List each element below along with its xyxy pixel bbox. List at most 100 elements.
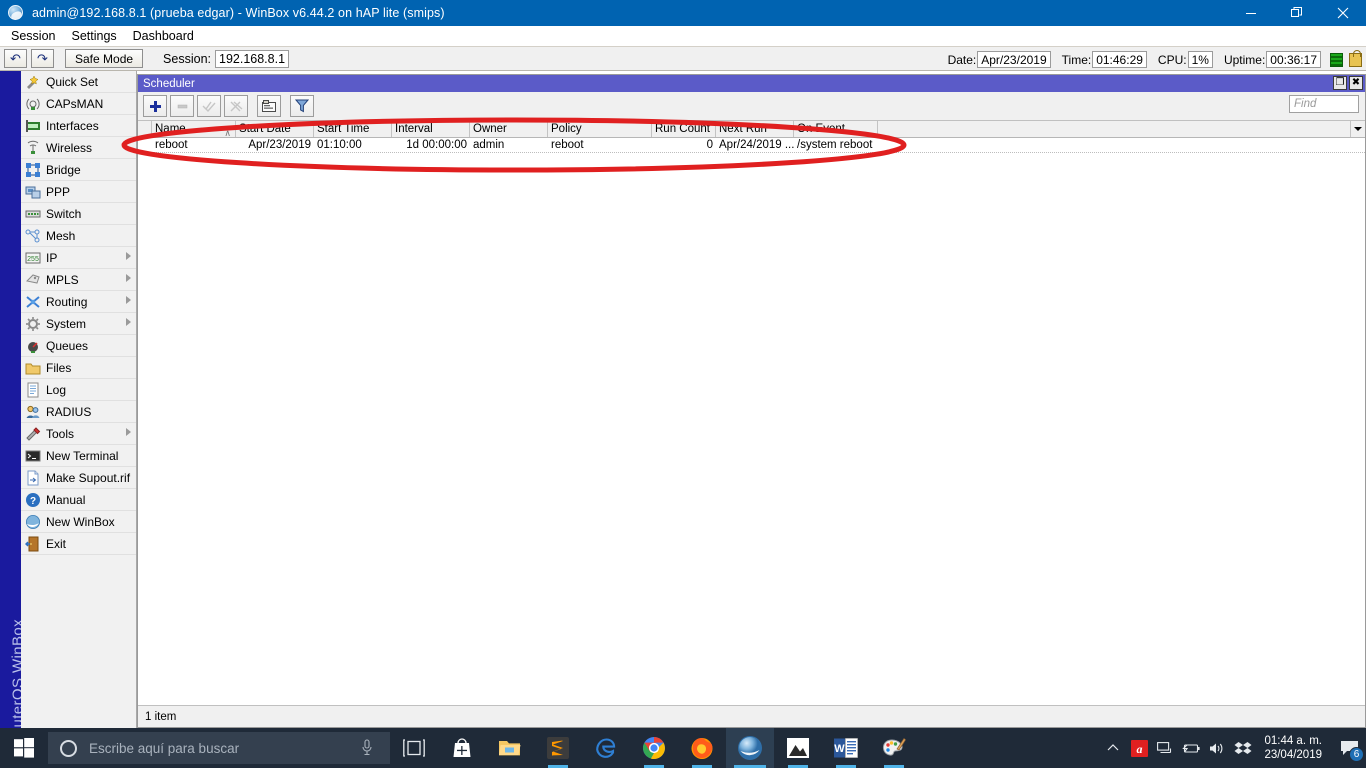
- microphone-icon[interactable]: [360, 739, 374, 760]
- column-header-name[interactable]: Name∧: [152, 121, 236, 137]
- sidebar-item-files[interactable]: Files: [21, 357, 136, 379]
- session-input[interactable]: 192.168.8.1: [215, 50, 289, 68]
- search-input[interactable]: Escribe aquí para buscar: [48, 732, 390, 764]
- winbox-icon[interactable]: [726, 728, 774, 768]
- mozilla-firefox-icon[interactable]: [678, 728, 726, 768]
- quickset-icon: [25, 74, 41, 90]
- disable-button[interactable]: [224, 95, 248, 117]
- comment-button[interactable]: [257, 95, 281, 117]
- sidebar-item-capsman[interactable]: CAPsMAN: [21, 93, 136, 115]
- svg-text:W: W: [834, 743, 845, 755]
- status-time: Time: 01:46:29: [1062, 51, 1147, 68]
- redo-button[interactable]: ↷: [31, 49, 54, 68]
- column-header-interval[interactable]: Interval: [392, 121, 470, 137]
- sidebar-item-queues[interactable]: Queues: [21, 335, 136, 357]
- sidebar-item-bridge[interactable]: Bridge: [21, 159, 136, 181]
- sidebar-item-label: Mesh: [46, 229, 75, 243]
- undo-button[interactable]: ↶: [4, 49, 27, 68]
- sidebar-item-wireless[interactable]: Wireless: [21, 137, 136, 159]
- network-icon[interactable]: [1152, 741, 1178, 756]
- column-header-owner[interactable]: Owner: [470, 121, 548, 137]
- task-view-icon[interactable]: [390, 728, 438, 768]
- sidebar-item-radius[interactable]: RADIUS: [21, 401, 136, 423]
- show-hidden-icons-chevron[interactable]: [1100, 743, 1126, 753]
- microsoft-store-icon[interactable]: [438, 728, 486, 768]
- sidebar-item-mpls[interactable]: MPLS: [21, 269, 136, 291]
- taskbar-clock[interactable]: 01:44 a. m. 23/04/2019: [1264, 734, 1322, 762]
- action-center-icon[interactable]: 6: [1332, 728, 1366, 768]
- column-header-on-event[interactable]: On Event: [794, 121, 878, 137]
- column-header-start-date[interactable]: Start Date: [236, 121, 314, 137]
- column-chooser-dropdown-icon[interactable]: [1350, 121, 1365, 137]
- column-header-label: Start Date: [239, 123, 291, 135]
- column-header-label: Owner: [473, 123, 507, 135]
- cell-run-count: 0: [652, 138, 716, 152]
- bridge-icon: [25, 162, 41, 178]
- find-input[interactable]: Find: [1289, 95, 1359, 113]
- volume-icon[interactable]: [1204, 741, 1230, 756]
- column-header-next-run[interactable]: Next Run: [716, 121, 794, 137]
- sidebar-item-routing[interactable]: Routing: [21, 291, 136, 313]
- sidebar-item-ip[interactable]: 255IP: [21, 247, 136, 269]
- menu-settings[interactable]: Settings: [63, 26, 124, 46]
- sidebar-item-system[interactable]: System: [21, 313, 136, 335]
- avira-antivirus-icon[interactable]: a: [1126, 740, 1152, 757]
- scheduler-restore-icon[interactable]: ❐: [1333, 76, 1347, 90]
- column-header-start-time[interactable]: Start Time: [314, 121, 392, 137]
- row-flag-cell: [138, 138, 152, 152]
- sidebar-item-log[interactable]: Log: [21, 379, 136, 401]
- column-header-run-count[interactable]: Run Count: [652, 121, 716, 137]
- photos-icon[interactable]: [774, 728, 822, 768]
- sidebar-item-quick-set[interactable]: Quick Set: [21, 71, 136, 93]
- scheduler-window-controls: ❐ ✖: [1333, 76, 1363, 90]
- sidebar-item-interfaces[interactable]: Interfaces: [21, 115, 136, 137]
- sidebar-item-mesh[interactable]: Mesh: [21, 225, 136, 247]
- windows-start-icon[interactable]: [0, 728, 48, 768]
- safe-mode-button[interactable]: Safe Mode: [65, 49, 143, 68]
- sidebar-item-switch[interactable]: Switch: [21, 203, 136, 225]
- minimize-icon[interactable]: [1228, 0, 1274, 26]
- file-explorer-icon[interactable]: [486, 728, 534, 768]
- microsoft-word-icon[interactable]: W: [822, 728, 870, 768]
- clock-time: 01:44 a. m.: [1264, 734, 1322, 748]
- sublime-text-icon[interactable]: [534, 728, 582, 768]
- winbox-desktop: admin@192.168.8.1 (prueba edgar) - WinBo…: [0, 0, 1366, 768]
- menu-session[interactable]: Session: [3, 26, 63, 46]
- sidebar-item-new-winbox[interactable]: New WinBox: [21, 511, 136, 533]
- sidebar-item-make-supout-rif[interactable]: Make Supout.rif: [21, 467, 136, 489]
- sidebar-item-label: System: [46, 317, 86, 331]
- microsoft-edge-icon[interactable]: [582, 728, 630, 768]
- ppp-icon: [25, 184, 41, 200]
- sidebar-item-exit[interactable]: Exit: [21, 533, 136, 555]
- sidebar-item-manual[interactable]: ?Manual: [21, 489, 136, 511]
- battery-icon[interactable]: [1178, 742, 1204, 755]
- sidebar-item-new-terminal[interactable]: New Terminal: [21, 445, 136, 467]
- google-chrome-icon[interactable]: [630, 728, 678, 768]
- enable-button[interactable]: [197, 95, 221, 117]
- ip-icon: 255: [25, 250, 41, 266]
- close-icon[interactable]: [1320, 0, 1366, 26]
- mpls-icon: [25, 272, 41, 288]
- sidebar-item-label: Files: [46, 361, 71, 375]
- add-button[interactable]: [143, 95, 167, 117]
- menu-dashboard[interactable]: Dashboard: [125, 26, 202, 46]
- toolbar-status-group: Date: Apr/23/2019 Time: 01:46:29 CPU: 1%…: [937, 47, 1362, 72]
- window-controls: [1228, 0, 1366, 26]
- scheduler-close-icon[interactable]: ✖: [1349, 76, 1363, 90]
- supout-icon: [25, 470, 41, 486]
- notification-badge: 6: [1349, 747, 1364, 762]
- dropbox-icon[interactable]: [1230, 741, 1256, 756]
- paint-icon[interactable]: [870, 728, 918, 768]
- cell-interval: 1d 00:00:00: [392, 138, 470, 152]
- table-row[interactable]: rebootApr/23/201901:10:001d 00:00:00admi…: [138, 138, 1365, 153]
- table-header-gutter: [138, 121, 152, 137]
- sidebar-item-ppp[interactable]: PPP: [21, 181, 136, 203]
- restore-icon[interactable]: [1274, 0, 1320, 26]
- status-cpu-label: CPU:: [1158, 53, 1187, 67]
- remove-button[interactable]: [170, 95, 194, 117]
- clock-date: 23/04/2019: [1264, 748, 1322, 762]
- filter-button[interactable]: [290, 95, 314, 117]
- sidebar-item-label: MPLS: [46, 273, 79, 287]
- sidebar-item-tools[interactable]: Tools: [21, 423, 136, 445]
- column-header-policy[interactable]: Policy: [548, 121, 652, 137]
